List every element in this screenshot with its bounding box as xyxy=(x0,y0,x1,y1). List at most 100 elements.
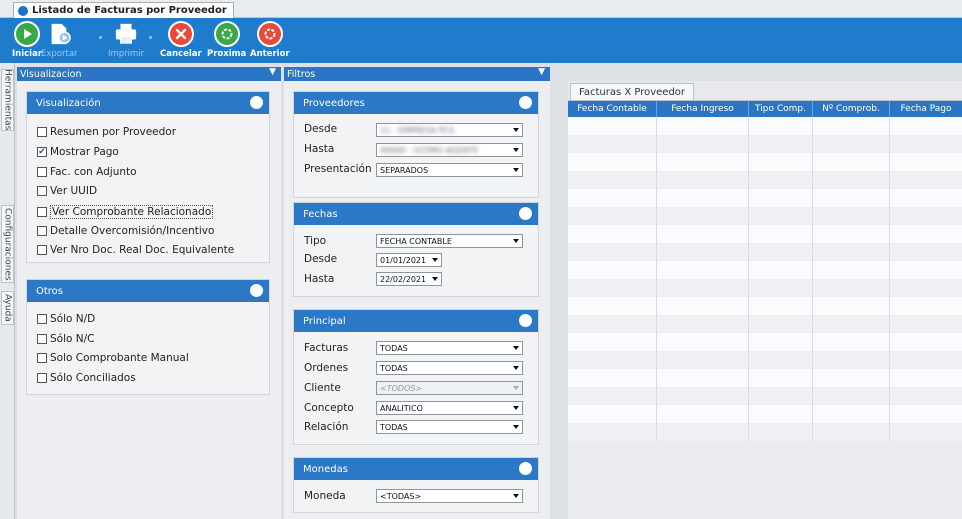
table-cell[interactable] xyxy=(813,423,890,441)
table-row[interactable] xyxy=(568,351,962,369)
table-cell[interactable] xyxy=(657,423,749,441)
checkbox-box[interactable] xyxy=(37,353,47,363)
table-row[interactable] xyxy=(568,117,962,135)
checkbox-resumen-por-proveedor[interactable]: Resumen por Proveedor xyxy=(37,126,176,138)
table-cell[interactable] xyxy=(657,117,749,135)
column-header-tipo-comp[interactable]: Tipo Comp. xyxy=(749,101,813,117)
table-cell[interactable] xyxy=(568,369,657,387)
checkbox-box[interactable] xyxy=(37,245,47,255)
table-cell[interactable] xyxy=(657,369,749,387)
checkbox-box[interactable] xyxy=(37,314,47,324)
table-row[interactable] xyxy=(568,135,962,153)
table-cell[interactable] xyxy=(568,171,657,189)
table-cell[interactable] xyxy=(890,153,962,171)
checkbox-solo-nc[interactable]: Sólo N/C xyxy=(37,333,95,345)
table-cell[interactable] xyxy=(813,333,890,351)
table-cell[interactable] xyxy=(890,243,962,261)
column-header-fecha-pago[interactable]: Fecha Pago xyxy=(890,101,962,117)
table-cell[interactable] xyxy=(749,261,813,279)
table-cell[interactable] xyxy=(568,297,657,315)
table-cell[interactable] xyxy=(749,207,813,225)
table-row[interactable] xyxy=(568,207,962,225)
table-cell[interactable] xyxy=(813,369,890,387)
table-cell[interactable] xyxy=(890,279,962,297)
checkbox-box[interactable] xyxy=(37,186,47,196)
tab-facturas-x-proveedor[interactable]: Facturas X Proveedor xyxy=(570,83,695,100)
table-cell[interactable] xyxy=(813,171,890,189)
facturas-select[interactable]: TODAS xyxy=(376,341,523,355)
presentacion-select[interactable]: SEPARADOS xyxy=(376,163,523,177)
table-row[interactable] xyxy=(568,369,962,387)
table-cell[interactable] xyxy=(568,135,657,153)
checkbox-box[interactable] xyxy=(37,226,47,236)
table-cell[interactable] xyxy=(568,279,657,297)
table-cell[interactable] xyxy=(657,171,749,189)
checkbox-solo-nd[interactable]: Sólo N/D xyxy=(37,313,95,325)
table-cell[interactable] xyxy=(813,117,890,135)
concepto-select[interactable]: ANALITICO xyxy=(376,401,523,415)
table-row[interactable] xyxy=(568,405,962,423)
checkbox-box[interactable]: ✔ xyxy=(37,147,47,157)
table-cell[interactable] xyxy=(890,171,962,189)
table-cell[interactable] xyxy=(749,333,813,351)
table-cell[interactable] xyxy=(657,243,749,261)
collapse-icon[interactable] xyxy=(519,462,532,475)
table-cell[interactable] xyxy=(813,189,890,207)
moneda-select[interactable]: <TODAS> xyxy=(376,489,523,503)
table-cell[interactable] xyxy=(813,387,890,405)
table-cell[interactable] xyxy=(813,261,890,279)
table-cell[interactable] xyxy=(657,225,749,243)
pin-icon[interactable]: ▼ xyxy=(538,67,545,77)
table-cell[interactable] xyxy=(749,243,813,261)
table-cell[interactable] xyxy=(749,315,813,333)
table-cell[interactable] xyxy=(813,153,890,171)
table-cell[interactable] xyxy=(568,405,657,423)
imprimir-button[interactable]: Imprimir xyxy=(108,21,144,59)
table-cell[interactable] xyxy=(749,153,813,171)
table-cell[interactable] xyxy=(813,297,890,315)
fecha-desde-picker[interactable]: 01/01/2021 xyxy=(376,253,442,267)
relacion-select[interactable]: TODAS xyxy=(376,420,523,434)
table-cell[interactable] xyxy=(813,207,890,225)
cliente-select[interactable]: <TODOS> xyxy=(376,381,523,395)
table-cell[interactable] xyxy=(657,315,749,333)
table-cell[interactable] xyxy=(890,117,962,135)
table-cell[interactable] xyxy=(890,315,962,333)
checkbox-solo-comprobante-manual[interactable]: Solo Comprobante Manual xyxy=(37,352,189,364)
table-row[interactable] xyxy=(568,261,962,279)
table-cell[interactable] xyxy=(813,405,890,423)
collapse-icon[interactable] xyxy=(519,207,532,220)
proxima-button[interactable]: Proxima xyxy=(207,21,246,59)
table-cell[interactable] xyxy=(813,243,890,261)
table-cell[interactable] xyxy=(890,297,962,315)
table-row[interactable] xyxy=(568,153,962,171)
table-cell[interactable] xyxy=(568,261,657,279)
table-row[interactable] xyxy=(568,387,962,405)
table-cell[interactable] xyxy=(890,423,962,441)
table-cell[interactable] xyxy=(749,171,813,189)
column-header-fecha-ingreso[interactable]: Fecha Ingreso xyxy=(657,101,749,117)
ordenes-select[interactable]: TODAS xyxy=(376,361,523,375)
document-tab[interactable]: Listado de Facturas por Proveedor xyxy=(13,2,234,18)
table-cell[interactable] xyxy=(813,135,890,153)
checkbox-box[interactable] xyxy=(37,167,47,177)
collapse-icon[interactable] xyxy=(519,96,532,109)
table-cell[interactable] xyxy=(749,387,813,405)
table-cell[interactable] xyxy=(890,351,962,369)
tab-configuraciones[interactable]: Configuraciones xyxy=(1,205,14,283)
table-cell[interactable] xyxy=(749,225,813,243)
table-cell[interactable] xyxy=(568,225,657,243)
table-cell[interactable] xyxy=(568,387,657,405)
table-row[interactable] xyxy=(568,189,962,207)
cancelar-button[interactable]: Cancelar xyxy=(160,21,202,59)
table-cell[interactable] xyxy=(657,333,749,351)
splitter[interactable] xyxy=(551,63,568,519)
table-cell[interactable] xyxy=(568,189,657,207)
checkbox-ver-nro-doc-real[interactable]: Ver Nro Doc. Real Doc. Equivalente xyxy=(37,244,234,256)
table-cell[interactable] xyxy=(749,351,813,369)
table-cell[interactable] xyxy=(749,369,813,387)
collapse-icon[interactable] xyxy=(519,314,532,327)
table-row[interactable] xyxy=(568,333,962,351)
collapse-icon[interactable] xyxy=(250,96,263,109)
checkbox-box[interactable] xyxy=(37,207,47,217)
